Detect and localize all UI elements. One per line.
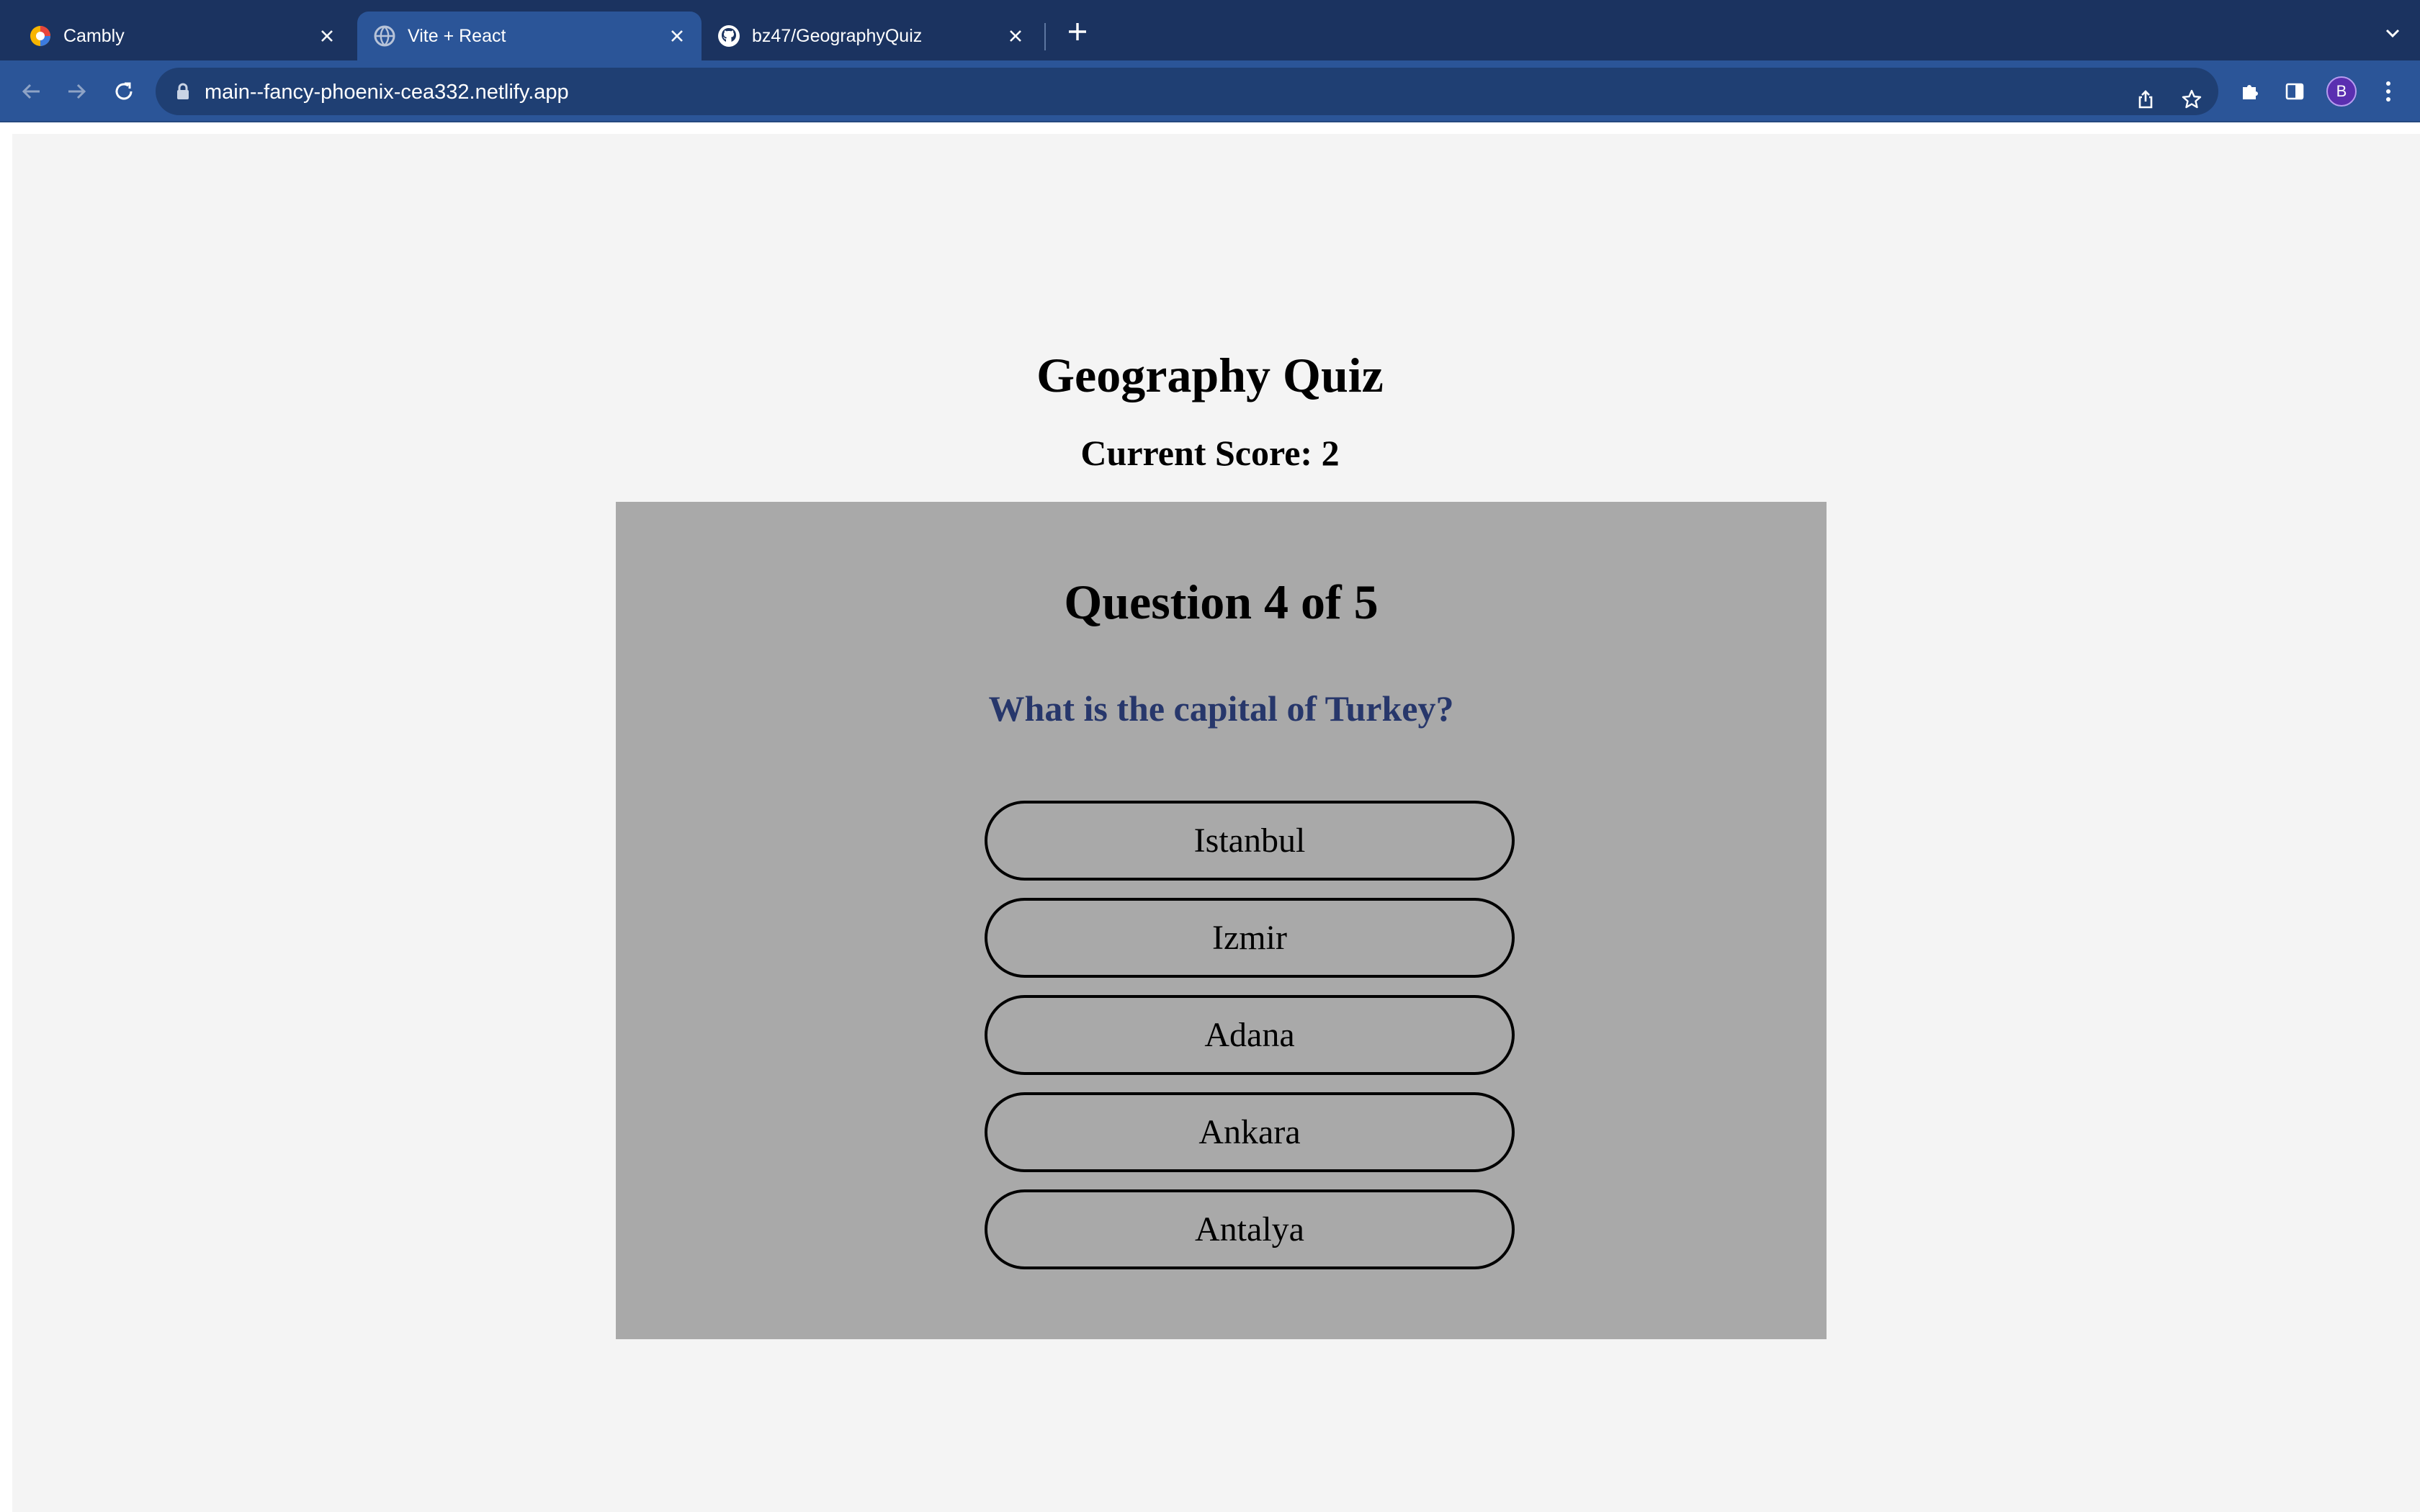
cambly-favicon-icon bbox=[29, 24, 52, 48]
forward-button[interactable] bbox=[60, 76, 92, 107]
profile-avatar[interactable]: B bbox=[2326, 76, 2357, 107]
browser-menu-icon[interactable] bbox=[2372, 76, 2404, 107]
arrow-left-icon bbox=[22, 84, 40, 99]
current-score: Current Score: 2 bbox=[1080, 433, 1340, 473]
arrow-right-icon bbox=[68, 84, 86, 99]
answer-button-antalya[interactable]: Antalya bbox=[985, 1189, 1515, 1269]
tab-github-geographyquiz[interactable]: bz47/GeographyQuiz bbox=[702, 12, 1040, 60]
close-tab-icon[interactable] bbox=[315, 24, 339, 48]
reload-button[interactable] bbox=[108, 76, 140, 107]
tab-title: Vite + React bbox=[408, 26, 506, 46]
tab-search-button[interactable] bbox=[2380, 20, 2406, 46]
viewport-top-edge bbox=[0, 122, 2420, 134]
tab-title: Cambly bbox=[63, 26, 125, 46]
answer-button-izmir[interactable]: Izmir bbox=[985, 898, 1515, 978]
back-button[interactable] bbox=[16, 76, 48, 107]
answer-button-adana[interactable]: Adana bbox=[985, 995, 1515, 1075]
side-panel-icon[interactable] bbox=[2279, 76, 2311, 107]
question-text: What is the capital of Turkey? bbox=[988, 688, 1454, 729]
share-icon[interactable] bbox=[2133, 87, 2158, 112]
extensions-puzzle-icon[interactable] bbox=[2234, 76, 2266, 107]
question-card: Question 4 of 5 What is the capital of T… bbox=[616, 502, 1827, 1339]
tab-cambly[interactable]: Cambly bbox=[13, 12, 351, 60]
answer-button-ankara[interactable]: Ankara bbox=[985, 1092, 1515, 1172]
url-text[interactable]: main--fancy-phoenix-cea332.netlify.app bbox=[205, 81, 569, 104]
reload-icon bbox=[115, 82, 133, 100]
bookmark-star-icon[interactable] bbox=[2179, 87, 2204, 112]
viewport-left-edge bbox=[0, 122, 12, 1512]
browser-tab-strip: Cambly Vite + React bz47/GeographyQuiz bbox=[0, 0, 2420, 60]
chevron-down-icon bbox=[2385, 29, 2400, 38]
plus-icon bbox=[1069, 23, 1086, 40]
answer-button-istanbul[interactable]: Istanbul bbox=[985, 801, 1515, 881]
tab-separator bbox=[1044, 23, 1046, 50]
new-tab-button[interactable] bbox=[1063, 17, 1092, 46]
browser-toolbar: main--fancy-phoenix-cea332.netlify.app B bbox=[0, 60, 2420, 122]
profile-initial: B bbox=[2336, 82, 2347, 100]
tab-vite-react[interactable]: Vite + React bbox=[357, 12, 702, 60]
github-icon bbox=[717, 24, 740, 48]
address-bar[interactable]: main--fancy-phoenix-cea332.netlify.app bbox=[156, 68, 2218, 115]
page-title: Geography Quiz bbox=[1036, 348, 1384, 402]
tab-title: bz47/GeographyQuiz bbox=[752, 26, 923, 46]
question-counter: Question 4 of 5 bbox=[1064, 575, 1379, 629]
close-tab-icon[interactable] bbox=[1004, 24, 1027, 48]
globe-icon bbox=[373, 24, 396, 48]
lock-icon bbox=[177, 83, 189, 99]
answer-list: Istanbul Izmir Adana Ankara Antalya bbox=[985, 801, 1515, 1287]
close-tab-icon[interactable] bbox=[666, 24, 689, 48]
